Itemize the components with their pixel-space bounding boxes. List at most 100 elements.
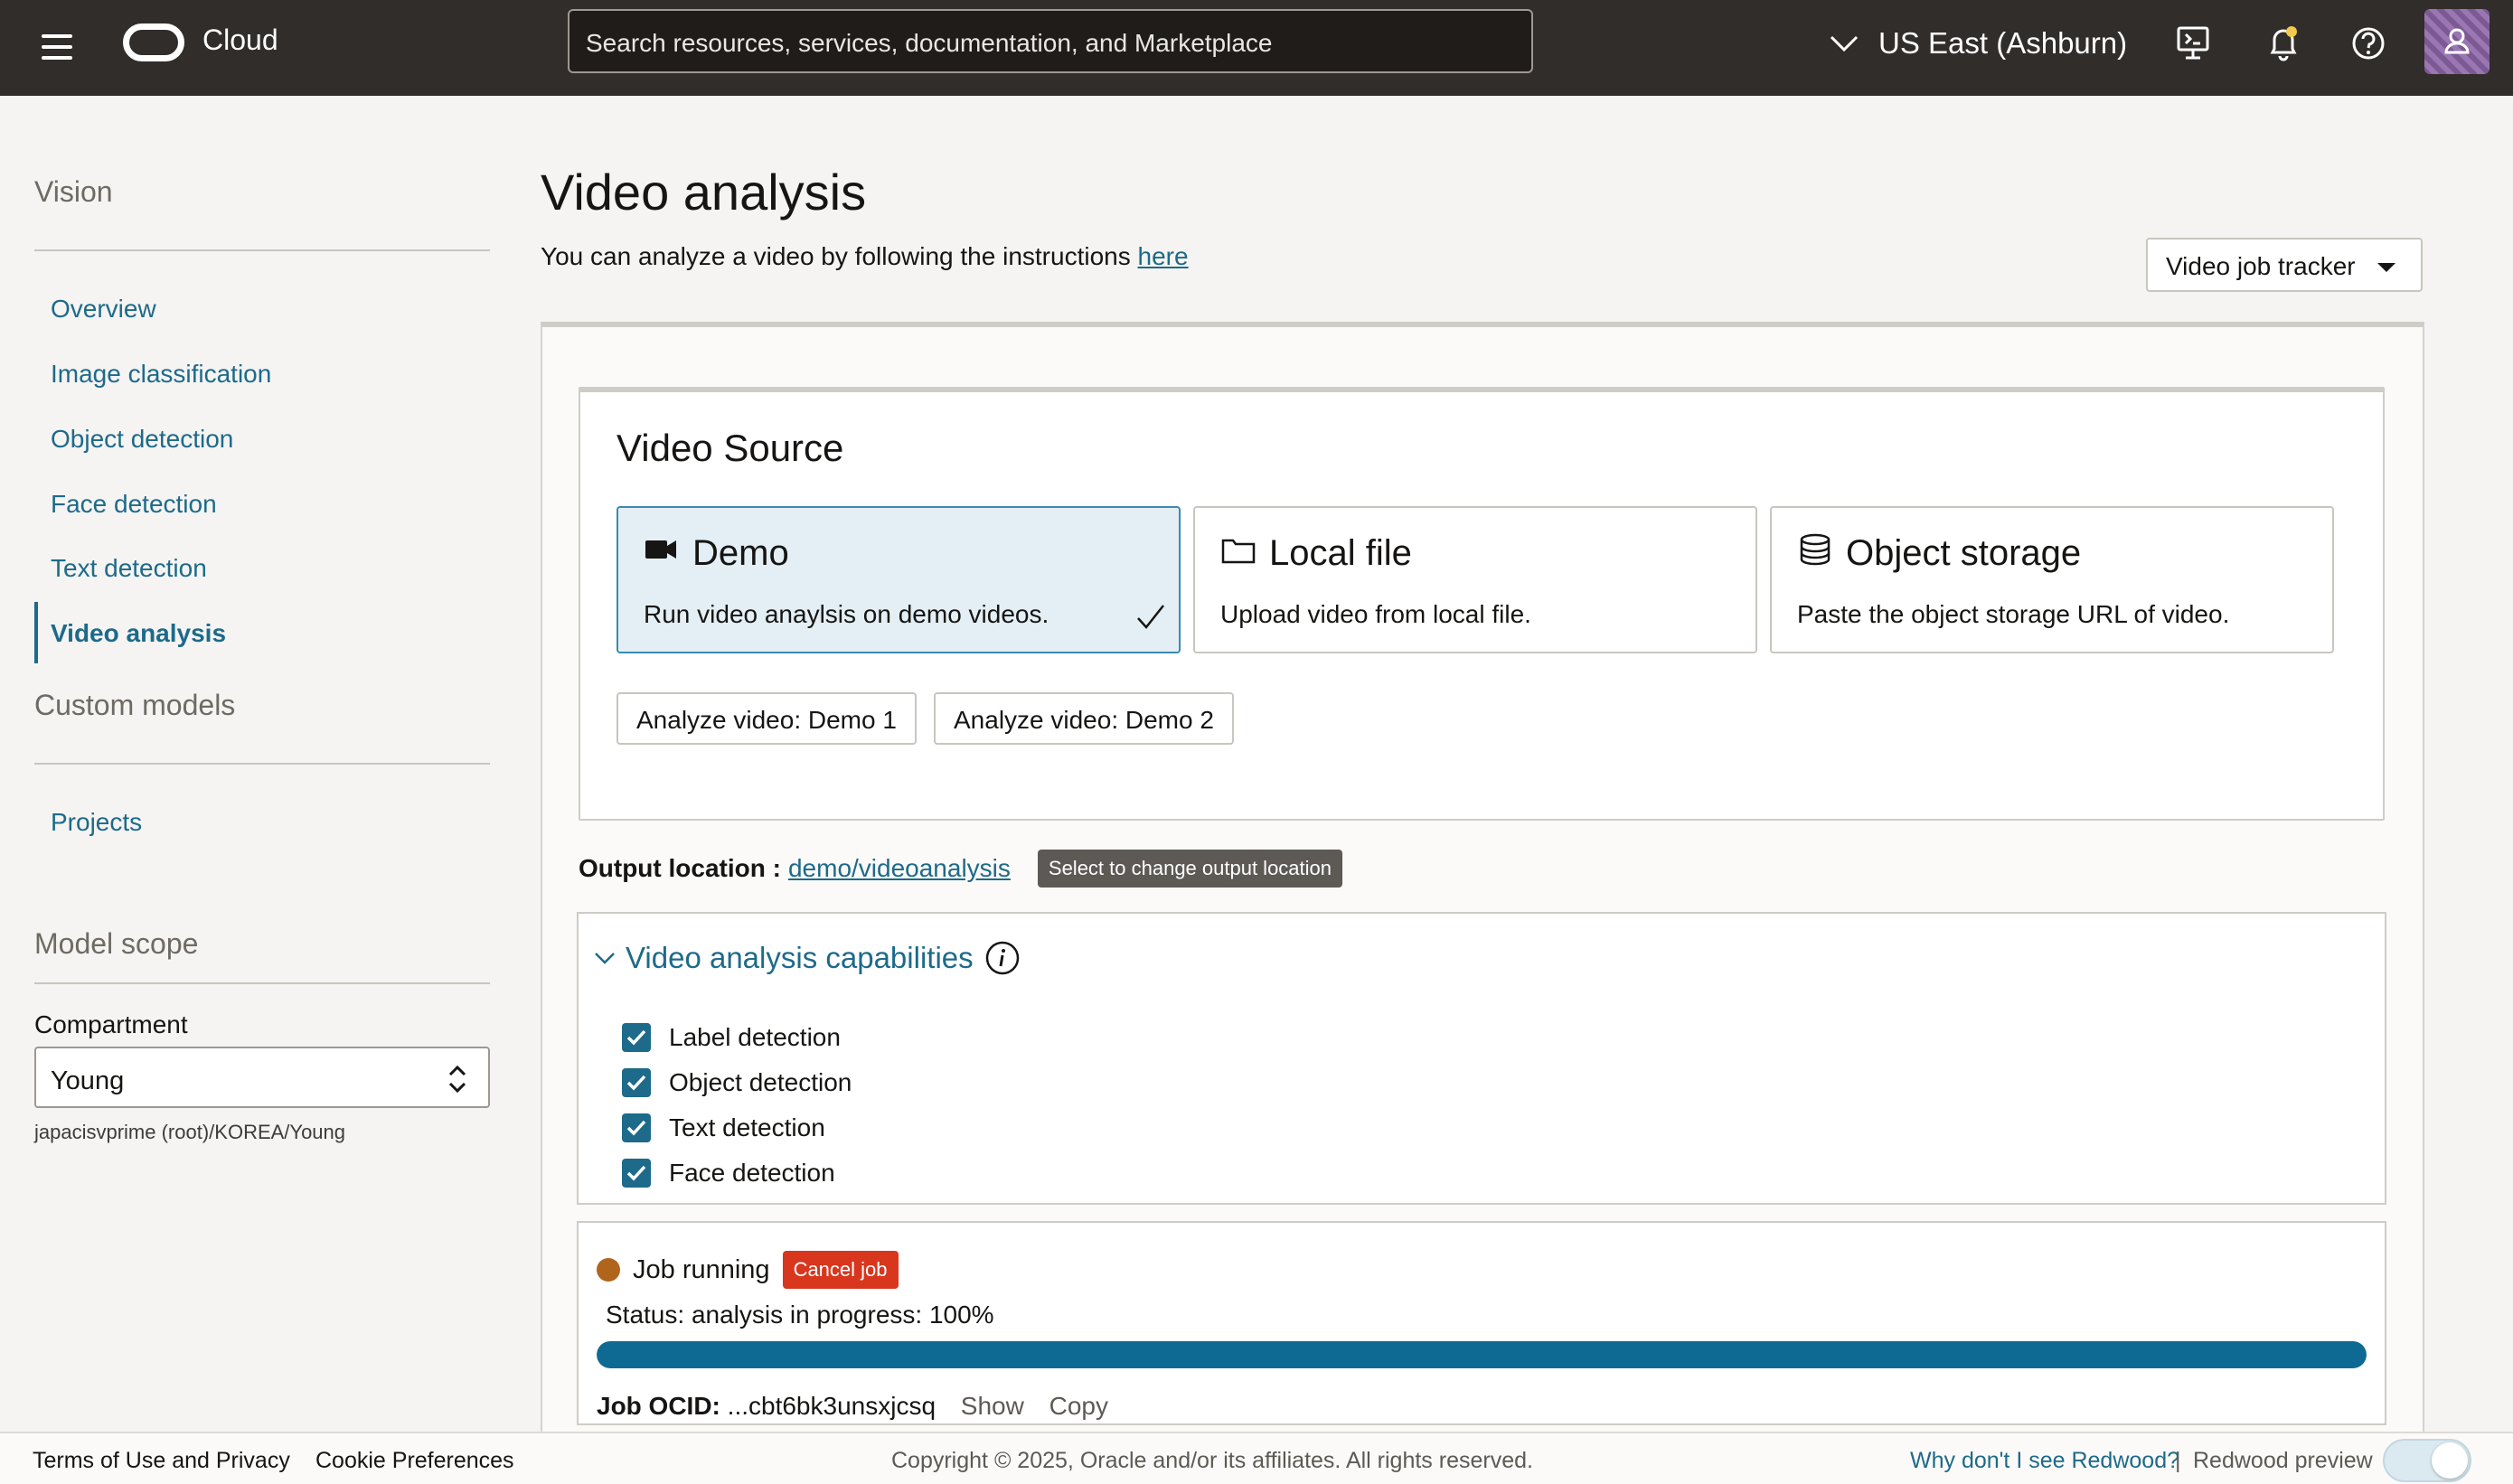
ocid-label: Job OCID: bbox=[597, 1392, 720, 1420]
source-name: Object storage bbox=[1846, 533, 2082, 573]
job-status-label: Job running bbox=[633, 1254, 770, 1284]
chevron-down-icon bbox=[1830, 35, 1859, 52]
search-input[interactable]: Search resources, services, documentatio… bbox=[568, 9, 1533, 73]
capabilities-toggle[interactable]: Video analysis capabilities bbox=[593, 940, 1021, 976]
checkmark-icon bbox=[626, 1075, 646, 1091]
ocid-value: ...cbt6bk3unsxjcsq bbox=[727, 1392, 936, 1420]
sidebar-item-image-classification[interactable]: Image classification bbox=[51, 360, 271, 389]
video-source-title: Video Source bbox=[616, 427, 844, 469]
cancel-job-button[interactable]: Cancel job bbox=[782, 1251, 899, 1289]
menu-icon[interactable] bbox=[40, 29, 76, 65]
cloud-shell-icon[interactable] bbox=[2173, 23, 2213, 63]
sidebar-section-vision: Vision bbox=[34, 175, 113, 208]
active-indicator bbox=[34, 602, 38, 663]
status-dot-icon bbox=[597, 1258, 620, 1282]
source-description: Paste the object storage URL of video. bbox=[1797, 600, 2230, 628]
chevron-up-down-icon bbox=[448, 1065, 466, 1094]
sidebar-item-object-detection[interactable]: Object detection bbox=[51, 425, 233, 454]
checkmark-icon bbox=[1137, 605, 1164, 629]
source-option-demo[interactable]: Demo Run video anaylsis on demo videos. bbox=[616, 506, 1181, 653]
sidebar-item-face-detection[interactable]: Face detection bbox=[51, 490, 217, 519]
tracker-label: Video job tracker bbox=[2166, 252, 2356, 280]
job-status-text: Status: analysis in progress: 100% bbox=[606, 1301, 994, 1329]
output-location-row: Output location : demo/videoanalysis Sel… bbox=[579, 850, 1343, 888]
intro-text: You can analyze a video by following the… bbox=[541, 242, 1189, 271]
source-option-local-file[interactable]: Local file Upload video from local file. bbox=[1193, 506, 1757, 653]
checkbox[interactable] bbox=[622, 1159, 651, 1188]
capability-label-detection[interactable]: Label detection bbox=[622, 1023, 841, 1052]
sidebar-item-projects[interactable]: Projects bbox=[51, 808, 142, 837]
output-location-link[interactable]: demo/videoanalysis bbox=[788, 854, 1011, 883]
job-ocid-row: Job OCID: ...cbt6bk3unsxjcsq Show Copy bbox=[597, 1392, 1108, 1421]
sidebar-section-model-scope: Model scope bbox=[34, 927, 199, 960]
caret-down-icon bbox=[2377, 263, 2395, 272]
checkmark-icon bbox=[626, 1120, 646, 1136]
instructions-link[interactable]: here bbox=[1138, 242, 1189, 270]
source-option-object-storage[interactable]: Object storage Paste the object storage … bbox=[1770, 506, 2334, 653]
help-icon[interactable] bbox=[2348, 23, 2388, 63]
footer-separator: | bbox=[2175, 1448, 2181, 1473]
capability-object-detection[interactable]: Object detection bbox=[622, 1068, 852, 1097]
notification-bell-icon[interactable] bbox=[2264, 23, 2303, 63]
capability-label: Face detection bbox=[669, 1159, 835, 1187]
divider bbox=[34, 982, 490, 984]
checkbox[interactable] bbox=[622, 1068, 651, 1097]
sidebar-item-text-detection[interactable]: Text detection bbox=[51, 554, 207, 583]
cookie-preferences-link[interactable]: Cookie Preferences bbox=[315, 1448, 514, 1474]
copy-ocid-link[interactable]: Copy bbox=[1049, 1392, 1108, 1420]
redwood-preview-label: Redwood preview bbox=[2193, 1448, 2373, 1473]
compartment-label: Compartment bbox=[34, 1010, 188, 1038]
source-description: Run video anaylsis on demo videos. bbox=[644, 600, 1049, 628]
show-ocid-link[interactable]: Show bbox=[961, 1392, 1024, 1420]
oracle-logo[interactable] bbox=[123, 23, 184, 61]
checkmark-icon bbox=[626, 1029, 646, 1046]
compartment-path: japacisvprime (root)/KOREA/Young bbox=[34, 1121, 346, 1143]
divider bbox=[34, 249, 490, 251]
info-icon[interactable] bbox=[984, 940, 1021, 976]
analyze-demo-2-button[interactable]: Analyze video: Demo 2 bbox=[934, 692, 1234, 745]
intro-label: You can analyze a video by following the… bbox=[541, 242, 1138, 270]
sidebar-item-overview[interactable]: Overview bbox=[51, 295, 156, 324]
progress-bar bbox=[597, 1341, 2367, 1368]
compartment-select[interactable]: Young bbox=[34, 1047, 490, 1108]
sidebar-item-video-analysis[interactable]: Video analysis bbox=[51, 619, 226, 648]
video-camera-icon bbox=[645, 540, 676, 559]
chevron-down-icon bbox=[595, 953, 615, 964]
terms-link[interactable]: Terms of Use and Privacy bbox=[33, 1448, 290, 1474]
toggle-knob bbox=[2432, 1442, 2468, 1479]
capability-face-detection[interactable]: Face detection bbox=[622, 1159, 835, 1188]
brand-name[interactable]: Cloud bbox=[202, 23, 278, 57]
page-title: Video analysis bbox=[541, 164, 867, 221]
folder-icon bbox=[1221, 539, 1256, 564]
output-location-tooltip: Select to change output location bbox=[1037, 850, 1343, 888]
capabilities-title: Video analysis capabilities bbox=[626, 941, 974, 974]
user-icon bbox=[2444, 28, 2470, 54]
region-label: US East (Ashburn) bbox=[1878, 26, 2128, 60]
checkbox[interactable] bbox=[622, 1113, 651, 1142]
checkbox[interactable] bbox=[622, 1023, 651, 1052]
checkmark-icon bbox=[626, 1165, 646, 1181]
user-avatar[interactable] bbox=[2424, 9, 2489, 74]
capability-label: Label detection bbox=[669, 1023, 841, 1051]
output-location-label: Output location : bbox=[579, 854, 781, 882]
compartment-value: Young bbox=[51, 1066, 125, 1095]
source-name: Demo bbox=[692, 533, 789, 573]
capability-label: Text detection bbox=[669, 1113, 825, 1141]
analyze-demo-1-button[interactable]: Analyze video: Demo 1 bbox=[616, 692, 917, 745]
video-job-tracker-button[interactable]: Video job tracker bbox=[2146, 238, 2423, 292]
copyright: Copyright © 2025, Oracle and/or its affi… bbox=[891, 1448, 1533, 1473]
region-selector[interactable]: US East (Ashburn) bbox=[1830, 23, 2127, 63]
progress-fill bbox=[597, 1341, 2367, 1368]
capability-label: Object detection bbox=[669, 1068, 852, 1096]
footer: Terms of Use and Privacy Cookie Preferen… bbox=[0, 1432, 2513, 1484]
sidebar-section-custom-models: Custom models bbox=[34, 689, 236, 721]
source-description: Upload video from local file. bbox=[1220, 600, 1531, 628]
redwood-preview-toggle[interactable] bbox=[2383, 1439, 2471, 1482]
source-name: Local file bbox=[1269, 533, 1412, 573]
top-bar: Cloud Search resources, services, docume… bbox=[0, 0, 2513, 96]
divider bbox=[34, 763, 490, 765]
job-status-row: Job running Cancel job bbox=[597, 1251, 899, 1289]
database-icon bbox=[1800, 533, 1831, 566]
redwood-info-link[interactable]: Why don't I see Redwood? bbox=[1910, 1448, 2179, 1474]
capability-text-detection[interactable]: Text detection bbox=[622, 1113, 825, 1142]
